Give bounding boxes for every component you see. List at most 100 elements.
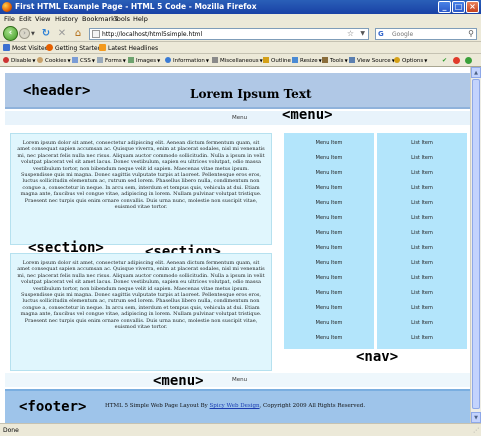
nav-menu-item[interactable]: Menu Item — [284, 275, 374, 281]
nav-list-item[interactable]: List Item — [377, 275, 467, 281]
nav-menu-item[interactable]: Menu Item — [284, 215, 374, 221]
back-icon[interactable]: ‹ — [3, 26, 18, 41]
nav-list-item[interactable]: List Item — [377, 230, 467, 236]
search-input[interactable] — [392, 31, 464, 38]
nav-menu-item[interactable]: Menu Item — [284, 230, 374, 236]
bookmark-most-visited[interactable]: Most Visited — [3, 44, 49, 52]
stop-icon[interactable]: ✕ — [56, 28, 68, 39]
footer-link[interactable]: Spicy Web Design — [210, 403, 260, 409]
menu-file[interactable]: File — [4, 15, 15, 23]
history-dropdown-icon[interactable]: ▼ — [31, 31, 35, 37]
forms-icon — [97, 57, 103, 63]
scroll-up-icon[interactable]: ▲ — [471, 67, 481, 78]
search-box[interactable]: G ⚲ — [375, 28, 477, 40]
nav-menu-item[interactable]: Menu Item — [284, 200, 374, 206]
page-icon — [92, 30, 100, 38]
dev-images[interactable]: Images▼ — [128, 57, 160, 64]
nav-menu-item[interactable]: Menu Item — [284, 140, 374, 146]
dev-outline[interactable]: Outline▼ — [263, 57, 295, 64]
nav-list-column: List Item List Item List Item List Item … — [377, 133, 467, 349]
dev-css[interactable]: CSS▼ — [72, 57, 95, 64]
firefox-icon — [46, 44, 53, 51]
nav-list-item[interactable]: List Item — [377, 245, 467, 251]
dev-resize[interactable]: Resize▼ — [292, 57, 322, 64]
star-icon[interactable]: ☆ — [347, 29, 354, 38]
nav-menu-item[interactable]: Menu Item — [284, 185, 374, 191]
nav-menu-item[interactable]: Menu Item — [284, 170, 374, 176]
menu-history[interactable]: History — [55, 15, 78, 23]
section-2: Lorem ipsum dolor sit amet, consectetur … — [10, 253, 272, 371]
dev-miscellaneous[interactable]: Miscellaneous▼ — [212, 57, 263, 64]
resize-icon — [292, 57, 298, 63]
menu-edit[interactable]: Edit — [19, 15, 32, 23]
menu-tools[interactable]: Tools — [114, 15, 130, 23]
dev-cookies[interactable]: Cookies▼ — [37, 57, 71, 64]
nav-menu-item[interactable]: Menu Item — [284, 245, 374, 251]
nav-list-item[interactable]: List Item — [377, 140, 467, 146]
bookmarks-toolbar: Most Visited Getting Started Latest Head… — [0, 42, 481, 54]
menu-view[interactable]: View — [35, 15, 50, 23]
minimize-button[interactable]: _ — [438, 1, 451, 13]
error-icon[interactable] — [453, 57, 460, 64]
navigation-toolbar: ‹ › ▼ ↻ ✕ ⌂ http://localhost/html5simple… — [0, 25, 481, 42]
validation-ok-icon[interactable]: ✔ — [441, 57, 448, 64]
google-icon[interactable]: G — [378, 30, 384, 38]
nav-list-item[interactable]: List Item — [377, 155, 467, 161]
search-icon[interactable]: ⚲ — [468, 29, 474, 38]
maximize-button[interactable]: □ — [452, 1, 465, 13]
scroll-down-icon[interactable]: ▼ — [471, 412, 481, 423]
dev-options[interactable]: Options▼ — [394, 57, 427, 64]
status-text: Done — [3, 427, 19, 434]
menu-bookmarks[interactable]: Bookmarks — [82, 15, 118, 23]
nav-menu-item[interactable]: Menu Item — [284, 305, 374, 311]
cookie-icon — [37, 57, 43, 63]
section-1: Lorem ipsum dolor sit amet, consectetur … — [10, 133, 272, 245]
url-dropdown-icon[interactable]: ▼ — [360, 30, 365, 37]
nav-menu-item[interactable]: Menu Item — [284, 290, 374, 296]
nav-menu-item[interactable]: Menu Item — [284, 320, 374, 326]
section-2-text: Lorem ipsum dolor sit amet, consectetur … — [17, 260, 265, 331]
vertical-scrollbar[interactable]: ▲ ▼ — [470, 67, 481, 423]
nav-list-item[interactable]: List Item — [377, 215, 467, 221]
top-menu-link[interactable]: Menu — [232, 115, 247, 121]
success-icon[interactable] — [465, 57, 472, 64]
url-bar[interactable]: http://localhost/html5simple.html ☆ ▼ — [89, 28, 369, 40]
forward-icon[interactable]: › — [19, 28, 30, 39]
resize-grip-icon[interactable]: ⋰ — [473, 427, 479, 434]
window-titlebar[interactable]: First HTML Example Page - HTML 5 Code - … — [0, 0, 481, 14]
nav-list-item[interactable]: List Item — [377, 290, 467, 296]
dev-forms[interactable]: Forms▼ — [97, 57, 126, 64]
close-button[interactable]: × — [466, 1, 479, 13]
menu-bottom-annotation: <menu> — [153, 373, 204, 389]
nav-list-item[interactable]: List Item — [377, 305, 467, 311]
nav-list-item[interactable]: List Item — [377, 200, 467, 206]
dev-disable[interactable]: Disable▼ — [3, 57, 35, 64]
bookmark-getting-started[interactable]: Getting Started — [46, 44, 101, 52]
nav-list-item[interactable]: List Item — [377, 185, 467, 191]
dev-information[interactable]: Information▼ — [165, 57, 209, 64]
page-viewport[interactable]: <header> Lorem Ipsum Text Menu <menu> Lo… — [0, 67, 470, 423]
bookmark-latest-headlines[interactable]: Latest Headlines — [99, 44, 158, 52]
nav-menu-item[interactable]: Menu Item — [284, 260, 374, 266]
dev-view-source[interactable]: View Source▼ — [349, 57, 395, 64]
nav-list-item[interactable]: List Item — [377, 320, 467, 326]
status-bar: Done ⋰ — [0, 423, 481, 436]
dev-tools[interactable]: Tools▼ — [322, 57, 348, 64]
bottom-menu-link[interactable]: Menu — [232, 377, 247, 383]
url-text[interactable]: http://localhost/html5simple.html — [102, 31, 202, 38]
nav-list-item[interactable]: List Item — [377, 170, 467, 176]
bookmark-folder-icon — [3, 44, 10, 51]
header-annotation: <header> — [23, 83, 91, 99]
nav-list-item[interactable]: List Item — [377, 335, 467, 341]
nav-list-item[interactable]: List Item — [377, 260, 467, 266]
page-footer: <footer> HTML 5 Simple Web Page Layout B… — [5, 389, 470, 423]
nav-menu-item[interactable]: Menu Item — [284, 155, 374, 161]
menu-help[interactable]: Help — [133, 15, 148, 23]
nav-menu-item[interactable]: Menu Item — [284, 335, 374, 341]
view-source-icon — [349, 57, 355, 63]
disable-icon — [3, 57, 9, 63]
scrollbar-thumb[interactable] — [472, 79, 480, 409]
reload-icon[interactable]: ↻ — [40, 28, 52, 39]
top-menu: Menu — [5, 111, 470, 125]
home-icon[interactable]: ⌂ — [72, 28, 84, 39]
